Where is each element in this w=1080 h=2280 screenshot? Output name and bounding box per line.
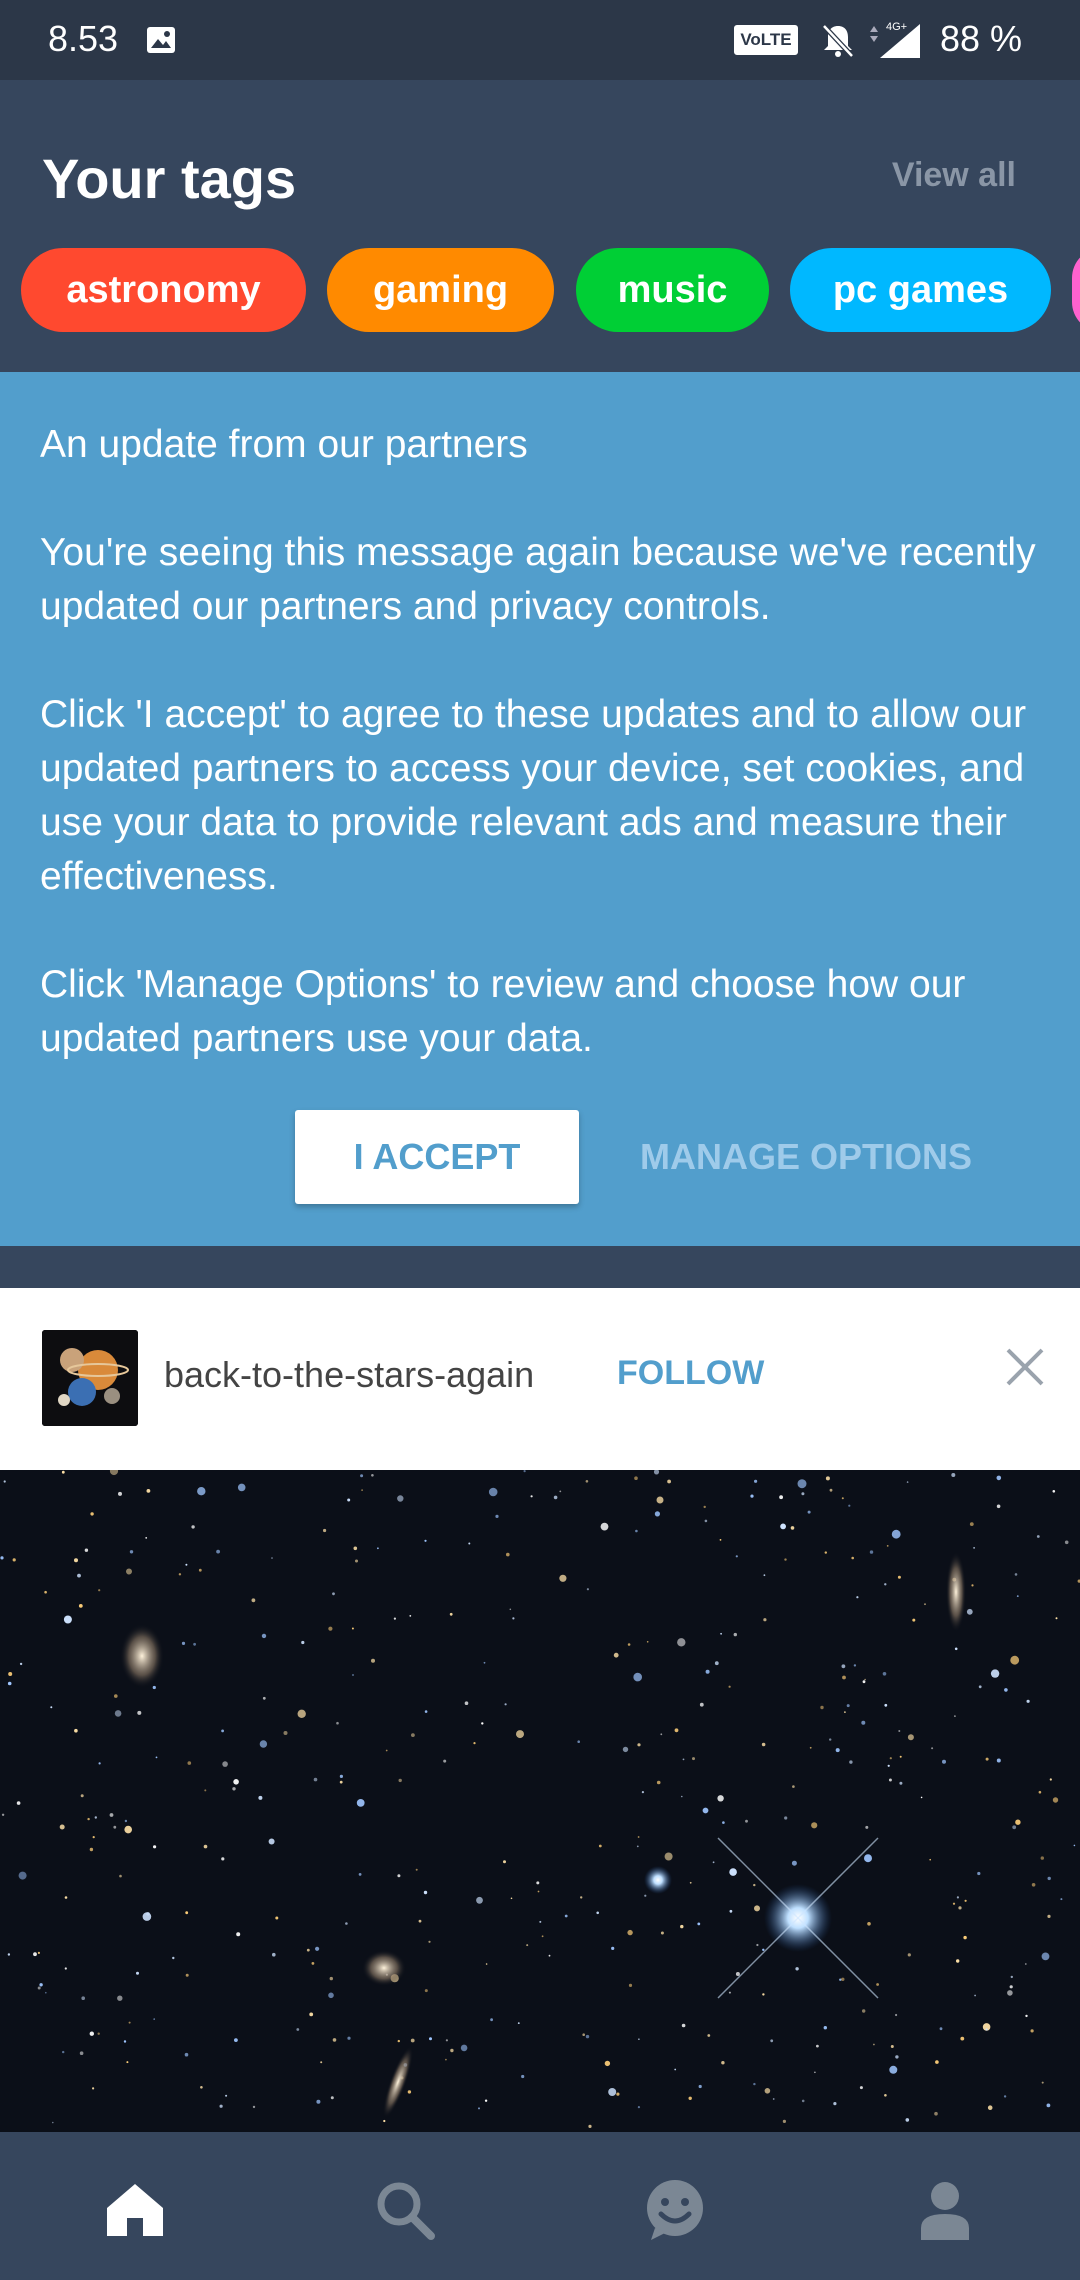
search-icon[interactable] bbox=[373, 2178, 437, 2242]
bell-muted-icon bbox=[822, 24, 854, 58]
gallery-icon bbox=[147, 27, 175, 53]
status-bar: 8.53 VoLTE 4G+ 88 % bbox=[0, 0, 1080, 80]
status-time: 8.53 bbox=[48, 18, 119, 59]
tag-partial[interactable] bbox=[1072, 248, 1080, 332]
tag-music[interactable]: music bbox=[576, 248, 769, 332]
planets-avatar-icon bbox=[42, 1330, 138, 1426]
galaxy-left bbox=[120, 1624, 164, 1688]
post-image[interactable] bbox=[0, 1470, 1080, 2132]
consent-banner: An update from our partners You're seein… bbox=[0, 372, 1080, 1246]
manage-options-button[interactable]: MANAGE OPTIONS bbox=[640, 1110, 972, 1204]
smiley-icon[interactable] bbox=[643, 2178, 707, 2242]
signal-icon: 4G+ bbox=[870, 21, 920, 58]
tags-section: Your tags View all astronomy gaming musi… bbox=[0, 80, 1080, 372]
view-all-link[interactable]: View all bbox=[892, 156, 1016, 195]
galaxy-right bbox=[946, 1552, 966, 1632]
blog-name[interactable]: back-to-the-stars-again bbox=[164, 1354, 534, 1396]
consent-paragraph-1: You're seeing this message again because… bbox=[40, 531, 1036, 628]
bottom-nav bbox=[0, 2132, 1080, 2280]
post-header: back-to-the-stars-again FOLLOW bbox=[0, 1288, 1080, 1470]
accept-button[interactable]: I ACCEPT bbox=[295, 1110, 579, 1204]
tag-pc-games[interactable]: pc games bbox=[790, 248, 1051, 332]
blog-avatar[interactable] bbox=[42, 1330, 138, 1426]
tag-gaming[interactable]: gaming bbox=[327, 248, 554, 332]
follow-button[interactable]: FOLLOW bbox=[617, 1354, 764, 1393]
tags-title: Your tags bbox=[42, 147, 297, 210]
consent-heading: An update from our partners bbox=[40, 423, 528, 466]
tag-astronomy[interactable]: astronomy bbox=[21, 248, 306, 332]
network-label: 4G+ bbox=[886, 21, 907, 33]
starfield-image bbox=[0, 1470, 1080, 2132]
close-icon[interactable] bbox=[1000, 1342, 1050, 1392]
home-icon[interactable] bbox=[103, 2178, 167, 2242]
blue-star bbox=[644, 1866, 672, 1894]
consent-paragraph-3: Click 'Manage Options' to review and cho… bbox=[40, 963, 966, 1060]
battery-percent: 88 % bbox=[940, 18, 1023, 59]
volte-badge: VoLTE bbox=[734, 25, 798, 55]
person-icon[interactable] bbox=[913, 2178, 977, 2242]
consent-paragraph-2: Click 'I accept' to agree to these updat… bbox=[40, 693, 1027, 898]
galaxy-lower bbox=[362, 1950, 406, 1986]
